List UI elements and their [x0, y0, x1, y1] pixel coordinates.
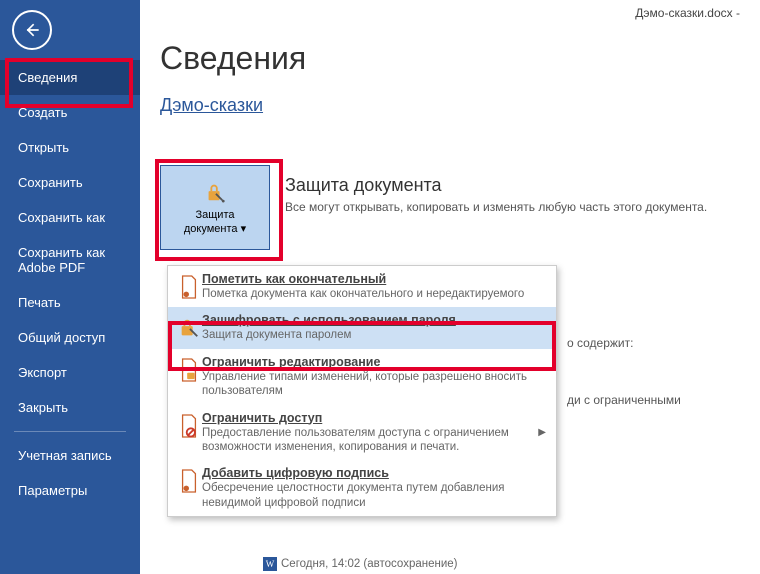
sidebar-item-saveas-pdf[interactable]: Сохранить как Adobe PDF: [0, 235, 140, 285]
lock-key-icon: [204, 179, 226, 205]
protect-document-button[interactable]: Защита документа ▾: [160, 165, 270, 250]
chevron-right-icon: ▶: [538, 427, 546, 438]
protect-btn-label2: документа: [184, 223, 238, 235]
menu-item-restrict-access[interactable]: Ограничить доступПредоставление пользова…: [168, 405, 556, 461]
document-stop-icon: [178, 413, 200, 439]
backstage-sidebar: Сведения Создать Открыть Сохранить Сохра…: [0, 0, 140, 574]
protect-dropdown-menu: Пометить как окончательныйПометка докуме…: [167, 265, 557, 517]
sidebar-item-open[interactable]: Открыть: [0, 130, 140, 165]
sidebar-item-info[interactable]: Сведения: [0, 60, 140, 95]
clipped-text-2: ди с ограниченными: [567, 393, 681, 407]
menu-item-restrict-editing[interactable]: Ограничить редактированиеУправление типа…: [168, 349, 556, 405]
sidebar-item-export[interactable]: Экспорт: [0, 355, 140, 390]
document-ribbon-icon: [178, 274, 200, 300]
menu-item-digital-signature[interactable]: Добавить цифровую подписьОбесречение цел…: [168, 460, 556, 516]
sidebar-item-saveas[interactable]: Сохранить как: [0, 200, 140, 235]
back-button[interactable]: [12, 10, 52, 50]
menu-item-mark-final[interactable]: Пометить как окончательныйПометка докуме…: [168, 266, 556, 307]
clipped-text-1: о содержит:: [567, 336, 633, 350]
sidebar-item-close[interactable]: Закрыть: [0, 390, 140, 425]
sidebar-item-options[interactable]: Параметры: [0, 473, 140, 508]
word-app-icon: W: [263, 557, 277, 571]
sidebar-item-save[interactable]: Сохранить: [0, 165, 140, 200]
lock-key-icon: [178, 315, 200, 341]
sidebar-item-print[interactable]: Печать: [0, 285, 140, 320]
protect-description: Защита документа Все могут открывать, ко…: [285, 175, 707, 214]
document-name[interactable]: Дэмо-сказки: [160, 95, 750, 116]
protect-btn-label1: Защита: [195, 209, 234, 221]
menu-item-encrypt-password[interactable]: Зашифровать с использованием пароляЗащит…: [168, 307, 556, 348]
sidebar-item-share[interactable]: Общий доступ: [0, 320, 140, 355]
chevron-down-icon: ▾: [241, 223, 247, 235]
status-autosave: W Сегодня, 14:02 (автосохранение): [263, 557, 458, 571]
arrow-left-icon: [22, 20, 42, 40]
sidebar-item-account[interactable]: Учетная запись: [0, 438, 140, 473]
main-area: Сведения Дэмо-сказки: [160, 40, 750, 130]
protect-heading: Защита документа: [285, 175, 707, 196]
document-lock-icon: [178, 357, 200, 383]
protect-text: Все могут открывать, копировать и изменя…: [285, 200, 707, 214]
protect-block: Защита документа ▾: [160, 165, 270, 250]
sidebar-item-new[interactable]: Создать: [0, 95, 140, 130]
titlebar-filename: Дэмо-сказки.docx -: [635, 6, 740, 20]
page-title: Сведения: [160, 40, 750, 77]
document-seal-icon: [178, 468, 200, 494]
